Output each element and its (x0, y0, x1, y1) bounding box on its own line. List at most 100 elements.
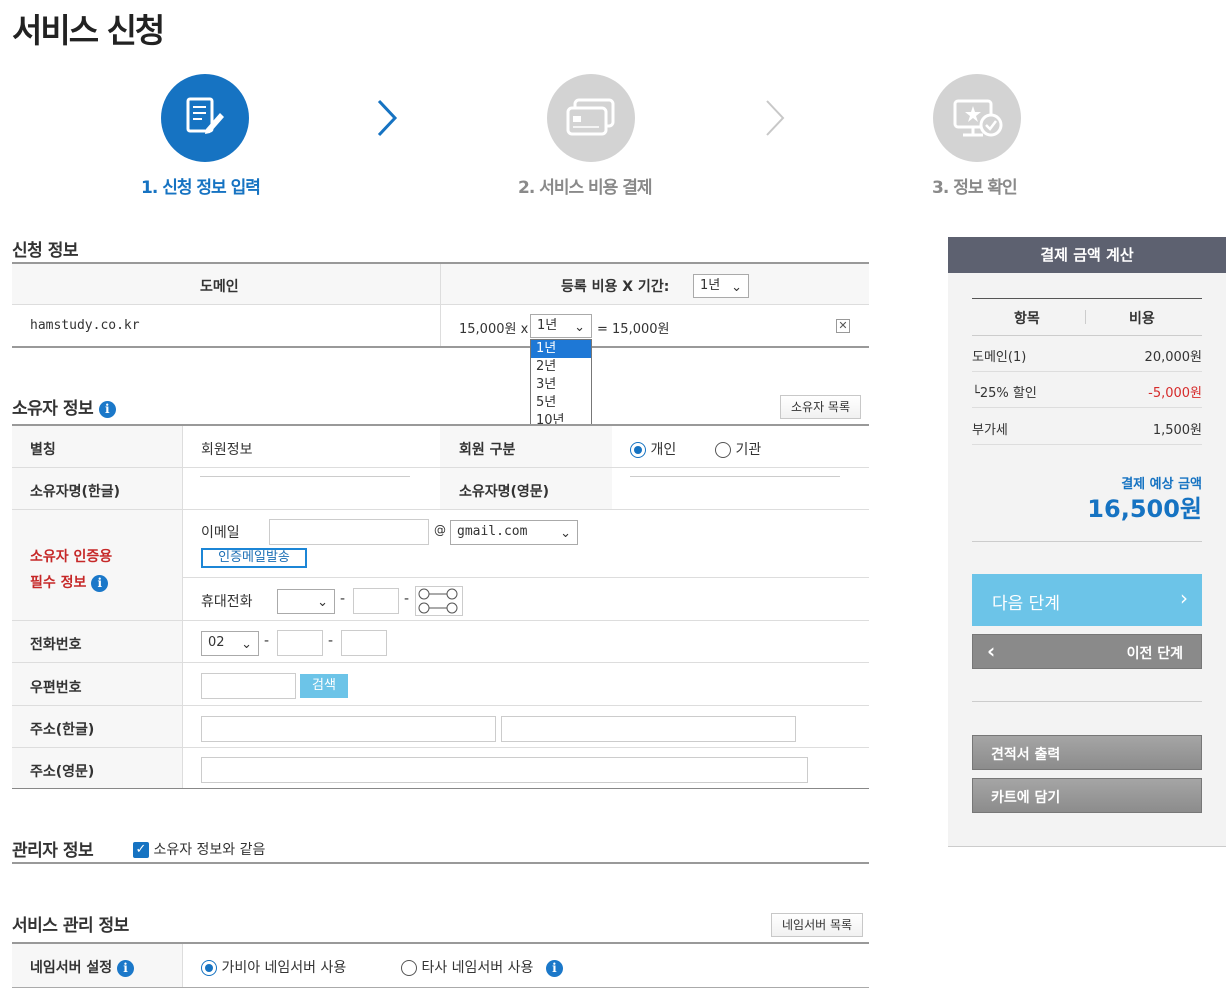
chevron-right-icon (764, 98, 786, 142)
summary-cost: 1,500원 (1152, 423, 1202, 438)
owner-name-en-label: 소유자명(영문) (459, 484, 550, 500)
zip-search-button[interactable]: 검색 (300, 674, 348, 698)
owner-list-button[interactable]: 소유자 목록 (780, 395, 862, 419)
send-auth-email-button[interactable]: 인증메일발송 (201, 548, 307, 568)
divider (182, 426, 183, 788)
next-step-label: 다음 단계 (992, 594, 1060, 614)
divider (183, 577, 869, 578)
mobile-prefix-select[interactable]: ⌄ (277, 589, 335, 614)
dash: - (340, 591, 346, 607)
chevron-down-icon: ⌄ (317, 595, 328, 610)
checkbox-checked-icon[interactable]: ✓ (133, 842, 149, 858)
col-fee: 등록 비용 X 기간: (561, 279, 670, 295)
email-label: 이메일 (201, 525, 240, 541)
ns-option-label: 타사 네임서버 사용 (421, 960, 534, 976)
summary-item: └25% 할인 (972, 386, 1037, 401)
print-quote-button[interactable]: 견적서 출력 (972, 735, 1202, 770)
radio-selected-icon[interactable] (630, 442, 646, 458)
row-total: = 15,000원 (597, 322, 670, 337)
nameserver-list-button[interactable]: 네임서버 목록 (771, 913, 864, 937)
add-to-cart-button[interactable]: 카트에 담기 (972, 778, 1202, 813)
period-value: 1년 (537, 318, 558, 333)
same-as-owner-label: 소유자 정보와 같음 (153, 842, 266, 858)
period-select[interactable]: 1년 ⌄ (530, 314, 592, 338)
divider (972, 298, 1202, 299)
phone-middle-input[interactable] (277, 630, 323, 656)
ns-setting-label: 네임서버 설정 i (30, 957, 135, 977)
divider (440, 264, 441, 346)
same-as-owner-checkbox[interactable]: ✓ 소유자 정보와 같음 (133, 839, 265, 859)
member-type-organization[interactable]: 기관 (715, 439, 761, 459)
addr-kr-input-2[interactable] (501, 716, 796, 742)
addr-en-input[interactable] (201, 757, 808, 783)
credit-card-icon (547, 74, 635, 162)
owner-section-label: 소유자 정보 (12, 399, 94, 419)
email-domain-value: gmail.com (457, 524, 528, 539)
step-2-label: 2. 서비스 비용 결제 (518, 178, 653, 198)
divider (12, 620, 869, 621)
delete-row-icon[interactable]: ✕ (836, 319, 850, 333)
expected-amount: 16,500원 (1087, 495, 1202, 523)
divider (12, 788, 869, 789)
info-icon[interactable]: i (91, 574, 109, 592)
phone-area-value: 02 (208, 635, 225, 650)
radio-icon[interactable] (715, 442, 731, 458)
summary-col-item: 항목 (1014, 311, 1040, 327)
period-all-select[interactable]: 1년 ⌄ (693, 274, 749, 298)
next-step-button[interactable]: 다음 단계 › (972, 574, 1202, 626)
member-type-option-label: 개인 (650, 442, 677, 458)
dash: - (404, 591, 410, 607)
auth-required-label: 소유자 인증용 필수 정보 i (30, 544, 112, 596)
chevron-down-icon: ⌄ (560, 526, 571, 541)
chevron-right-icon (376, 98, 398, 142)
zip-label: 우편번호 (30, 680, 82, 696)
nickname-label: 별칭 (30, 442, 56, 458)
info-icon[interactable]: i (98, 400, 116, 418)
prev-step-label: 이전 단계 (1126, 646, 1183, 662)
phone-area-select[interactable]: 02 ⌄ (201, 631, 259, 656)
dash: - (264, 633, 270, 649)
divider (12, 304, 869, 305)
email-input[interactable] (269, 519, 429, 545)
divider (972, 701, 1202, 702)
step-3 (933, 74, 1021, 162)
nickname-value: 회원정보 (201, 442, 253, 458)
addr-kr-input-1[interactable] (201, 716, 496, 742)
divider (12, 346, 869, 348)
member-type-label: 회원 구분 (459, 442, 516, 458)
divider (12, 747, 869, 748)
email-domain-select[interactable]: gmail.com ⌄ (450, 520, 578, 545)
mobile-middle-input[interactable] (353, 588, 399, 614)
owner-name-en-input[interactable] (630, 476, 840, 477)
summary-col-cost: 비용 (1129, 311, 1155, 327)
member-type-personal[interactable]: 개인 (630, 439, 676, 459)
period-all-value: 1년 (700, 278, 721, 293)
addr-en-label: 주소(영문) (30, 764, 95, 780)
summary-item: 부가세 (972, 423, 1008, 438)
ns-option-label: 가비아 네임서버 사용 (221, 960, 347, 976)
prev-step-button[interactable]: ‹ 이전 단계 (972, 634, 1202, 669)
mobile-last-input[interactable] (415, 586, 463, 616)
divider (972, 335, 1202, 336)
zip-input[interactable] (201, 673, 296, 699)
owner-name-kr-label: 소유자명(한글) (30, 484, 121, 500)
info-icon[interactable]: i (545, 959, 563, 977)
period-option[interactable]: 2년 (531, 358, 591, 376)
step-1-label: 1. 신청 정보 입력 (141, 178, 261, 198)
period-option[interactable]: 3년 (531, 376, 591, 394)
info-icon[interactable]: i (117, 959, 135, 977)
phone-last-input[interactable] (341, 630, 387, 656)
ns-option-gabia[interactable]: 가비아 네임서버 사용 (201, 957, 346, 977)
chevron-down-icon: ⌄ (731, 280, 742, 295)
owner-name-kr-input[interactable] (200, 476, 410, 477)
radio-selected-icon[interactable] (201, 960, 217, 976)
radio-icon[interactable] (401, 960, 417, 976)
mobile-label: 휴대전화 (201, 594, 253, 610)
period-option[interactable]: 1년 (531, 340, 591, 358)
period-option[interactable]: 5년 (531, 394, 591, 412)
edit-document-icon (161, 74, 249, 162)
summary-title: 결제 금액 계산 (948, 237, 1226, 273)
domain-name: hamstudy.co.kr (30, 318, 140, 333)
summary-cost: 20,000원 (1144, 350, 1202, 365)
ns-option-other[interactable]: 타사 네임서버 사용 i (401, 957, 563, 977)
